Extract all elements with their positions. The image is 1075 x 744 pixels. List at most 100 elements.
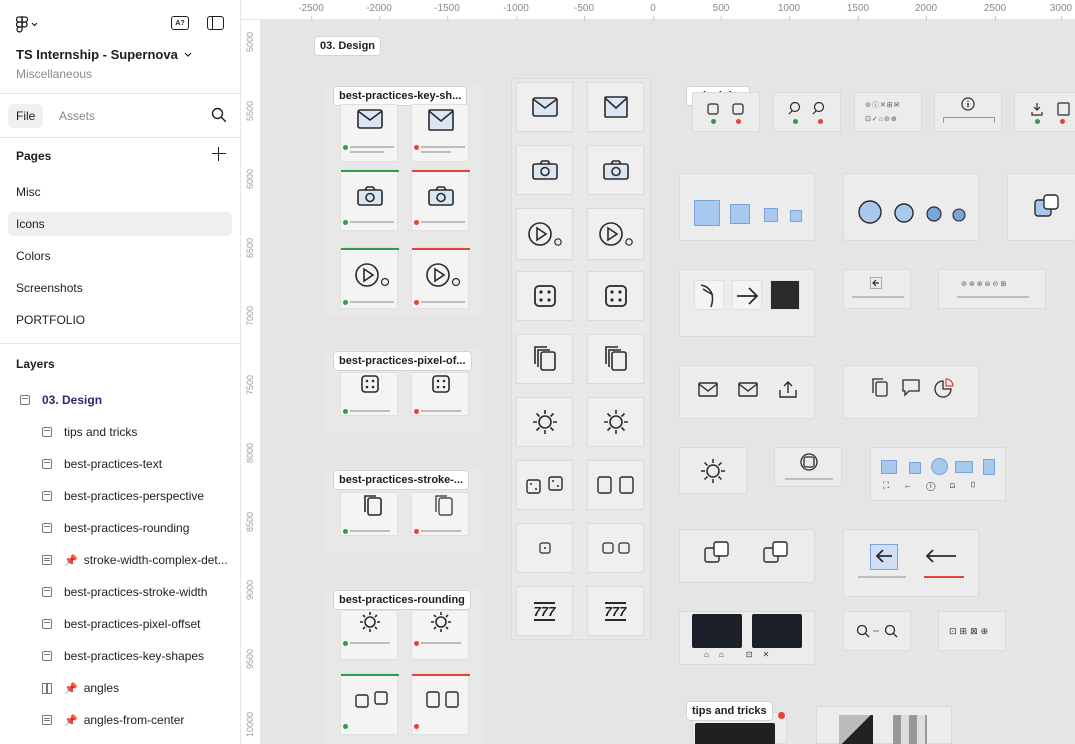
frame-label-key-shapes[interactable]: best-practices-key-sh... <box>333 86 468 106</box>
tab-file[interactable]: File <box>8 104 44 128</box>
principle-card[interactable] <box>773 92 841 132</box>
page-item-screenshots[interactable]: Screenshots <box>8 276 232 300</box>
icon-tile[interactable]: 777 <box>516 586 573 636</box>
icon-tile[interactable]: 777 <box>587 586 644 636</box>
ruler-horizontal[interactable]: -2500 -2000 -1500 -1000 -500 0 500 1000 … <box>241 0 1075 20</box>
tips-card[interactable] <box>816 706 952 744</box>
principle-card[interactable] <box>774 447 842 487</box>
mail-icon <box>428 109 454 131</box>
project-name[interactable]: Miscellaneous <box>16 67 92 81</box>
layer-item[interactable]: 📌 angles-from-center <box>0 708 240 732</box>
ruler-vertical[interactable]: 5000 5500 6000 6500 7000 7500 8000 8500 … <box>241 0 261 744</box>
curve-icon <box>700 284 714 308</box>
bad-indicator <box>414 409 419 414</box>
shape-sample <box>881 460 897 474</box>
comment-marker[interactable] <box>778 712 785 719</box>
layer-label: best-practices-perspective <box>64 489 205 503</box>
frame-label-pixel-offset[interactable]: best-practices-pixel-of... <box>333 351 472 371</box>
ruler-tick: -2500 <box>298 3 324 20</box>
layer-label: best-practices-key-shapes <box>64 649 205 663</box>
principle-card[interactable]: ⊘⊚⊛⊜⊝⊞ <box>938 269 1046 309</box>
principle-card[interactable] <box>843 173 979 241</box>
frame-label-stroke-width[interactable]: best-practices-stroke-... <box>333 470 470 490</box>
principle-card[interactable]: ⌂⌂ ⊡✕ <box>679 611 815 665</box>
icon-tile[interactable] <box>587 523 644 573</box>
arrow-right-icon <box>737 287 759 305</box>
icon-tile[interactable] <box>587 208 644 260</box>
icon-tile[interactable] <box>587 397 644 447</box>
icon-tile[interactable] <box>516 208 573 260</box>
ruler-tick: 9000 <box>245 579 255 600</box>
layer-section[interactable]: 03. Design <box>0 388 240 412</box>
example-card <box>340 610 398 660</box>
principle-card[interactable] <box>679 173 815 241</box>
page-item-colors[interactable]: Colors <box>8 244 232 268</box>
principle-card[interactable]: ⛶←ⓘ⊡▯ <box>870 447 1006 501</box>
ruler-tick: 5500 <box>245 100 255 121</box>
principle-card[interactable] <box>692 92 760 132</box>
icon-tile[interactable] <box>516 271 573 321</box>
file-title-text: TS Internship - Supernova <box>16 47 178 62</box>
icon-tile[interactable] <box>587 460 644 510</box>
file-title[interactable]: TS Internship - Supernova <box>16 47 192 62</box>
frame-label-rounding[interactable]: best-practices-rounding <box>333 590 471 610</box>
principle-card[interactable] <box>679 365 815 419</box>
layer-item[interactable]: best-practices-pixel-offset <box>0 612 240 636</box>
example-card <box>340 169 399 231</box>
principle-card[interactable] <box>843 529 979 597</box>
icon-tile[interactable] <box>516 334 573 384</box>
icon-tile[interactable] <box>516 460 573 510</box>
toggle-panel-icon[interactable] <box>207 16 224 30</box>
bad-indicator <box>736 119 741 124</box>
arrow-left-icon <box>875 549 892 563</box>
principle-card[interactable] <box>679 269 815 337</box>
add-page-icon[interactable] <box>212 147 226 161</box>
icon-tile[interactable] <box>587 334 644 384</box>
layer-item[interactable]: best-practices-perspective <box>0 484 240 508</box>
section-label[interactable]: 03. Design <box>314 36 382 56</box>
tab-assets[interactable]: Assets <box>51 104 103 128</box>
page-item-icons[interactable]: Icons <box>8 212 232 236</box>
layer-item[interactable]: 📌 angles <box>0 676 240 700</box>
layer-item[interactable]: best-practices-stroke-width <box>0 580 240 604</box>
principle-card[interactable] <box>843 611 911 651</box>
icon-tile[interactable] <box>587 82 644 132</box>
icon-tile[interactable] <box>516 523 573 573</box>
icon-tile[interactable] <box>587 145 644 195</box>
chevron-down-icon <box>31 22 38 26</box>
layer-item[interactable]: tips and tricks <box>0 420 240 444</box>
principle-card[interactable]: ⊡⊞⊠⊕ <box>938 611 1006 651</box>
download-icon <box>1031 102 1070 116</box>
frame-icon <box>42 459 52 469</box>
layer-item[interactable]: best-practices-rounding <box>0 516 240 540</box>
layer-label: best-practices-text <box>64 457 163 471</box>
principle-card[interactable] <box>843 365 979 419</box>
icon-tile[interactable] <box>516 145 573 195</box>
caption <box>421 530 461 532</box>
principle-card[interactable]: ⊘ⓘ✕⊞✉ ⊡✓⌂⊘⊕ <box>854 92 922 132</box>
icon-tile[interactable] <box>516 82 573 132</box>
layer-item[interactable]: best-practices-text <box>0 452 240 476</box>
search-icon[interactable] <box>210 106 228 124</box>
layer-item[interactable]: best-practices-key-shapes <box>0 644 240 668</box>
ai-actions-button[interactable]: A? <box>171 16 189 30</box>
good-indicator <box>343 529 348 534</box>
principle-card[interactable] <box>679 529 815 583</box>
principle-card[interactable] <box>1007 173 1075 241</box>
figma-menu-button[interactable] <box>16 14 46 34</box>
icon-tile[interactable] <box>587 271 644 321</box>
principle-card[interactable] <box>1014 92 1075 132</box>
page-item-misc[interactable]: Misc <box>8 180 232 204</box>
screenshot-thumb <box>692 614 742 648</box>
design-canvas[interactable]: 03. Design best-practices-key-sh... best… <box>241 0 1075 744</box>
page-item-portfolio[interactable]: PORTFOLIO <box>8 308 232 332</box>
icon-tile[interactable] <box>516 397 573 447</box>
principle-card[interactable] <box>934 92 1002 132</box>
frame-label-tips[interactable]: tips and tricks <box>686 701 773 721</box>
principle-card[interactable] <box>679 447 747 494</box>
principle-card[interactable] <box>843 269 911 309</box>
good-indicator <box>711 119 716 124</box>
layer-item[interactable]: 📌 stroke-width-complex-det... <box>0 548 240 572</box>
caption <box>421 151 451 153</box>
camera-icon <box>602 160 629 180</box>
